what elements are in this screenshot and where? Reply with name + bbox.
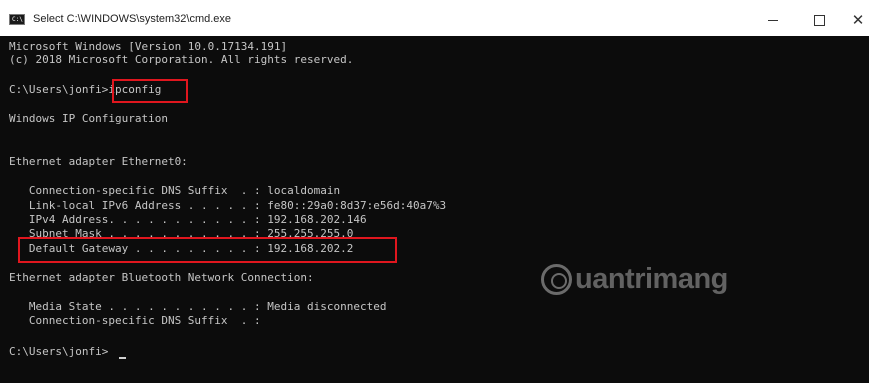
console-line-ipv6: Link-local IPv6 Address . . . . . : fe80…: [9, 199, 447, 212]
console-line-media-state: Media State . . . . . . . . . . . : Medi…: [9, 300, 387, 313]
cmd-app-icon[interactable]: C:\: [9, 14, 25, 25]
console-line-prompt: C:\Users\jonfi>: [9, 345, 109, 358]
close-button[interactable]: ✕: [843, 10, 869, 30]
console-line-dns-suffix: Connection-specific DNS Suffix . : local…: [9, 184, 341, 197]
console-line-version: Microsoft Windows [Version 10.0.17134.19…: [9, 40, 288, 53]
text-cursor: [119, 357, 126, 359]
watermark-logo-icon: [541, 264, 572, 295]
maximize-icon: [814, 15, 825, 26]
console-line-dns-suffix-2: Connection-specific DNS Suffix . :: [9, 314, 261, 327]
console-line-ip-config-heading: Windows IP Configuration: [9, 112, 168, 125]
highlight-box-default-gateway: [18, 237, 397, 263]
title-bar[interactable]: C:\ Select C:\WINDOWS\system32\cmd.exe ✕: [0, 0, 869, 36]
console-line-adapter-bluetooth: Ethernet adapter Bluetooth Network Conne…: [9, 271, 314, 284]
highlight-box-ipconfig: [112, 79, 188, 103]
minimize-icon: [768, 20, 778, 21]
watermark-text: uantrimang: [575, 263, 728, 295]
console-line-copyright: (c) 2018 Microsoft Corporation. All righ…: [9, 53, 354, 66]
console-line-adapter-ethernet0: Ethernet adapter Ethernet0:: [9, 155, 188, 168]
maximize-button[interactable]: [804, 10, 834, 30]
cmd-window: C:\ Select C:\WINDOWS\system32\cmd.exe ✕…: [0, 0, 869, 383]
window-title: Select C:\WINDOWS\system32\cmd.exe: [33, 13, 232, 25]
minimize-button[interactable]: [758, 10, 788, 30]
console-line-ipv4: IPv4 Address. . . . . . . . . . . : 192.…: [9, 213, 367, 226]
